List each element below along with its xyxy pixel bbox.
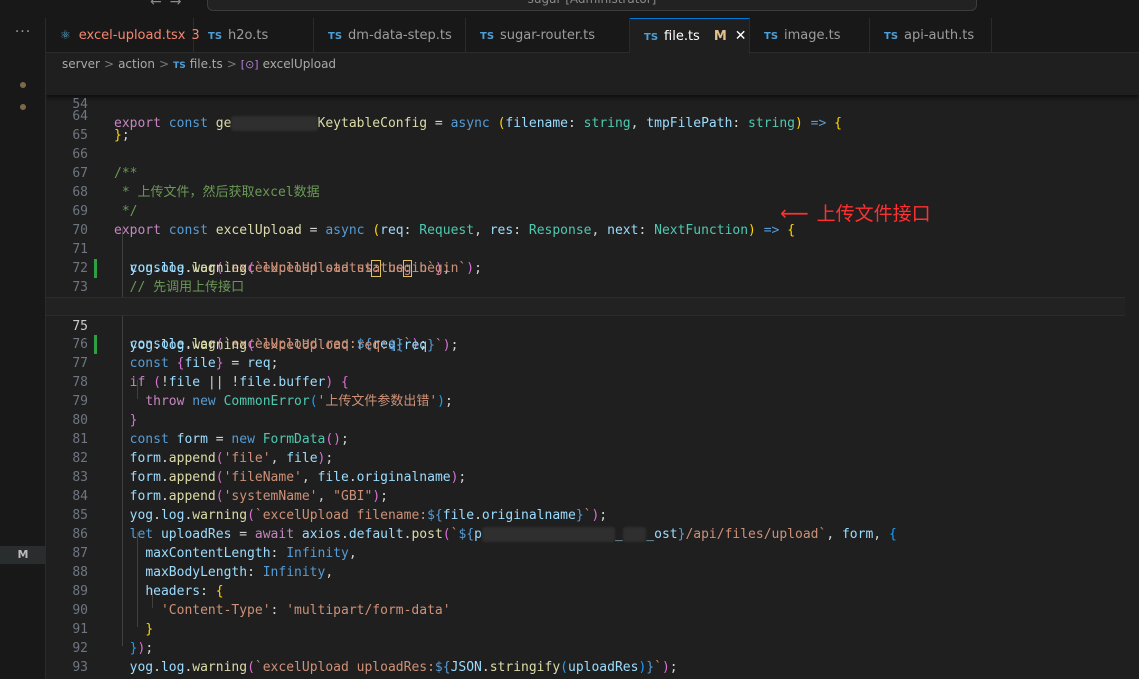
- tab-api-auth[interactable]: TS api-auth.ts: [870, 18, 992, 53]
- nav-arrows-icon[interactable]: ←→: [150, 0, 189, 10]
- code-line: 71 yog.log.warning(`excelUpload status: …: [46, 221, 1139, 277]
- code-line: 73 await memoryUpload(req, res);: [46, 259, 1139, 314]
- react-icon: ⚛: [60, 28, 71, 42]
- breadcrumb-separator: >: [226, 57, 237, 71]
- tab-h2o[interactable]: TS h2o.ts: [194, 18, 314, 53]
- code-line: 88 headers: {: [46, 544, 1139, 599]
- code-line: 77 if (!file || !file.buffer) {: [46, 335, 1139, 390]
- vertical-scrollbar[interactable]: [1125, 76, 1139, 679]
- code-line: 89 'Content-Type': 'multipart/form-data': [46, 563, 1139, 618]
- code-line: 80 const form = new FormData();: [46, 392, 1139, 447]
- code-line: 86 maxContentLength: Infinity,: [46, 506, 1139, 561]
- code-line: 91 });: [46, 601, 1139, 656]
- annotation-text: 上传文件接口: [816, 203, 931, 225]
- breadcrumb-separator: >: [104, 57, 115, 71]
- editor-tabs: ⚛ excel-upload.tsx 3 TS h2o.ts TS dm-data-st…: [46, 18, 1139, 54]
- tab-label: h2o.ts: [228, 28, 269, 43]
- code-line: 93 let failedToGetData = '获取文件数据出错';: [46, 639, 1139, 675]
- modified-indicator: M: [713, 29, 727, 44]
- breadcrumb: server > action > TS file.ts > [⊙] excelUpload: [46, 54, 1139, 76]
- arrow-left-icon: ⟵: [780, 201, 809, 225]
- tab-sugar-router[interactable]: TS sugar-router.ts: [466, 18, 630, 53]
- annotation-callout: ⟵ 上传文件接口: [780, 199, 931, 226]
- code-line: 90 }: [46, 582, 1139, 637]
- tab-label: excel-upload.tsx: [78, 28, 186, 43]
- typescript-icon: TS: [328, 31, 343, 42]
- code-line: 84 yog.log.warning(`excelUpload filename…: [46, 468, 1139, 523]
- code-line: 54 export const getExcelTableKeytableCon…: [46, 76, 1139, 131]
- code-line: 82 form.append('fileName', file.original…: [46, 430, 1139, 485]
- typescript-icon: TS: [208, 31, 223, 42]
- command-center[interactable]: sugar [Administrator]: [207, 0, 977, 11]
- breadcrumb-symbol[interactable]: excelUpload: [263, 57, 336, 71]
- code-line: 72 // 先调用上传接口: [46, 240, 1139, 295]
- activity-bar: ··· M: [0, 18, 46, 679]
- code-line: 92 yog.log.warning(`excelUpload uploadRe…: [46, 620, 1139, 675]
- breadcrumb-separator: >: [159, 57, 170, 71]
- title-bar: ←→ sugar [Administrator]: [0, 0, 1139, 18]
- breadcrumb-file[interactable]: file.ts: [190, 57, 223, 71]
- code-line: 79 }: [46, 373, 1139, 428]
- dot-icon: [20, 104, 26, 110]
- code-line: 78 throw new CommonError('上传文件参数出错');: [46, 354, 1139, 409]
- code-line-current: 75 yog.log.warning(`excelUpload req:${re…: [46, 297, 1139, 353]
- code-editor[interactable]: 54 export const getExcelTableKeytableCon…: [46, 76, 1139, 679]
- typescript-icon: TS: [644, 32, 659, 43]
- code-line: 85 let uploadRes = await axios.default.p…: [46, 487, 1139, 542]
- tab-file-active[interactable]: TS file.ts M ✕: [630, 18, 750, 54]
- tab-label: file.ts: [664, 29, 700, 44]
- code-line: 70 console.log(`excelUpload status: begi…: [46, 202, 1139, 278]
- code-line: 83 form.append('systemName', "GBI");: [46, 449, 1139, 504]
- typescript-icon: TS: [884, 31, 899, 42]
- typescript-icon: TS: [173, 61, 186, 71]
- tab-label: image.ts: [784, 28, 841, 43]
- function-icon: [⊙]: [240, 58, 259, 71]
- more-icon[interactable]: ···: [0, 24, 46, 40]
- tab-label: dm-data-step.ts: [348, 28, 452, 43]
- tab-label: api-auth.ts: [904, 28, 975, 43]
- line-number: 93: [72, 660, 88, 675]
- code-line: 81 form.append('file', file);: [46, 411, 1139, 466]
- tab-label: sugar-router.ts: [500, 28, 595, 43]
- tab-image[interactable]: TS image.ts: [750, 18, 870, 53]
- close-icon[interactable]: ✕: [735, 28, 747, 44]
- modified-badge: M: [0, 546, 46, 564]
- typescript-icon: TS: [480, 31, 495, 42]
- breadcrumb-action[interactable]: action: [118, 57, 155, 71]
- line-number: 54: [72, 97, 88, 112]
- dot-icon: [20, 82, 26, 88]
- tab-dm-data-step[interactable]: TS dm-data-step.ts: [314, 18, 466, 53]
- code-line: 74 console.log(`excelUpload req:${req}`)…: [46, 278, 1139, 354]
- code-line: 76 const {file} = req;: [46, 316, 1139, 371]
- breadcrumb-server[interactable]: server: [62, 57, 100, 71]
- code-text: yog.log.warning(`excelUpload uploadRes:$…: [129, 660, 678, 675]
- code-line: 69 export const excelUpload = async (req…: [46, 183, 1139, 238]
- code-line: 67 * 上传文件，然后获取excel数据: [46, 145, 1139, 200]
- code-text: export const getExcelTableKeytableConfig…: [114, 116, 842, 131]
- tab-excel-upload[interactable]: ⚛ excel-upload.tsx 3: [46, 18, 200, 53]
- sticky-scroll-line[interactable]: 54 export const getExcelTableKeytableCon…: [46, 76, 1139, 131]
- code-line: 87 maxBodyLength: Infinity,: [46, 525, 1139, 580]
- code-line: 68 */: [46, 164, 1139, 219]
- typescript-icon: TS: [764, 31, 779, 42]
